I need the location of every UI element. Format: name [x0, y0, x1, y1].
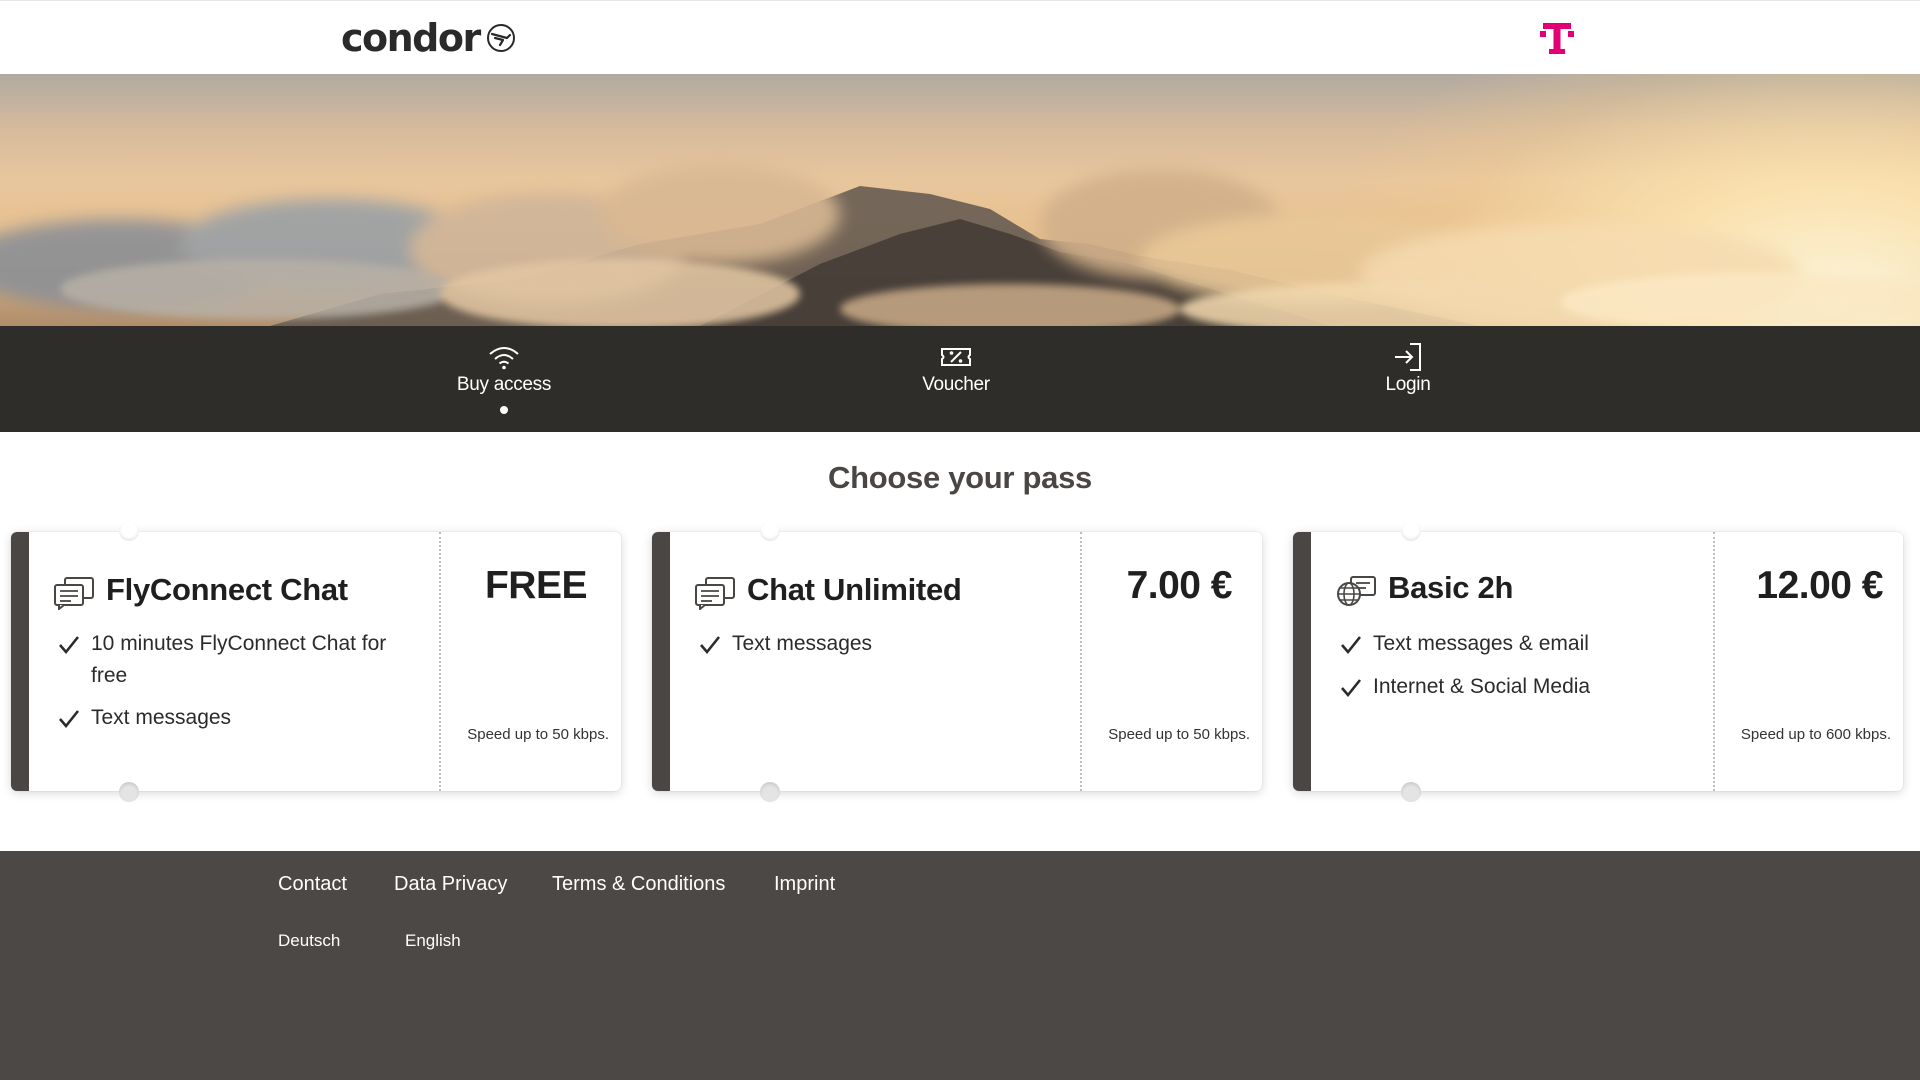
check-icon [1341, 679, 1362, 698]
ticket-notch [1401, 782, 1421, 802]
voucher-percent-icon [941, 348, 971, 366]
ticket-perforation [1080, 532, 1082, 791]
ticket-notch [1401, 521, 1421, 541]
card-edge [1293, 532, 1311, 791]
hero-banner [0, 74, 1920, 326]
nav-label: Voucher [922, 374, 990, 395]
wifi-icon [489, 347, 519, 370]
feature-text: Text messages [732, 632, 873, 655]
brand-name: condor [341, 16, 481, 60]
footer-link-contact[interactable]: Contact [278, 873, 347, 896]
check-icon [59, 636, 80, 655]
footer-link-terms[interactable]: Terms & Conditions [552, 873, 725, 896]
mountain-clouds-image [0, 164, 1920, 326]
footer-link-imprint[interactable]: Imprint [774, 873, 835, 896]
nav-label: Buy access [456, 374, 552, 395]
check-icon [59, 710, 80, 729]
pass-name: Basic 2h [1388, 570, 1514, 605]
feature-item: Internet & Social Media [1339, 671, 1699, 703]
pass-speed: Speed up to 50 kbps. [467, 726, 609, 743]
feature-item: Text messages [57, 702, 417, 734]
ticket-notch [760, 521, 780, 541]
card-edge [652, 532, 670, 791]
ticket-notch [760, 782, 780, 802]
condor-logo[interactable]: condor [341, 15, 516, 61]
ticket-notch [119, 782, 139, 802]
language-deutsch[interactable]: Deutsch [278, 931, 340, 951]
nav-buy-access[interactable]: Buy access [394, 326, 614, 432]
language-english[interactable]: English [405, 931, 461, 951]
feature-item: Text messages & email [1339, 628, 1699, 660]
pass-name: Chat Unlimited [747, 572, 962, 607]
page-title: Choose your pass [828, 460, 1092, 495]
chat-bubbles-icon [695, 577, 735, 610]
pass-card-basic-2h[interactable]: Basic 2h Text messages & email Internet … [1293, 521, 1903, 802]
feature-item: Text messages [698, 628, 1058, 660]
check-icon [1341, 636, 1362, 655]
active-indicator [500, 406, 508, 414]
access-nav: Buy access Voucher Login [0, 326, 1920, 432]
pass-name: FlyConnect Chat [106, 572, 348, 607]
pass-price: 7.00 € [1126, 564, 1233, 607]
nav-label: Login [1385, 374, 1431, 395]
login-arrow-icon [1395, 343, 1421, 371]
nav-login[interactable]: Login [1298, 326, 1518, 432]
feature-item: 10 minutes FlyConnect Chat for free [57, 628, 417, 692]
telekom-t-icon[interactable] [1540, 19, 1574, 59]
globe-chat-icon [1337, 576, 1376, 606]
pass-price: FREE [484, 564, 588, 607]
bird-icon [486, 24, 515, 52]
pass-speed: Speed up to 50 kbps. [1108, 726, 1250, 743]
nav-voucher[interactable]: Voucher [846, 326, 1066, 432]
feature-text: Text messages & email [1373, 632, 1589, 655]
ticket-notch [119, 521, 139, 541]
pass-card-chat-unlimited[interactable]: Chat Unlimited Text messages 7.00 € Spee… [652, 521, 1262, 802]
card-edge [11, 532, 29, 791]
top-header: condor [0, 0, 1920, 74]
pass-speed: Speed up to 600 kbps. [1740, 726, 1891, 743]
chat-bubbles-icon [54, 577, 94, 610]
feature-text: 10 minutes FlyConnect Chat for free [91, 632, 387, 687]
ticket-perforation [439, 532, 441, 791]
footer-link-data-privacy[interactable]: Data Privacy [394, 873, 507, 896]
ticket-perforation [1713, 532, 1715, 791]
check-icon [700, 636, 721, 655]
feature-text: Text messages [91, 706, 232, 729]
pass-price: 12.00 € [1756, 564, 1883, 607]
footer: Contact Data Privacy Terms & Conditions … [0, 851, 1920, 1080]
feature-text: Internet & Social Media [1373, 675, 1591, 698]
pass-card-flyconnect-chat[interactable]: FlyConnect Chat 10 minutes FlyConnect Ch… [11, 521, 621, 802]
